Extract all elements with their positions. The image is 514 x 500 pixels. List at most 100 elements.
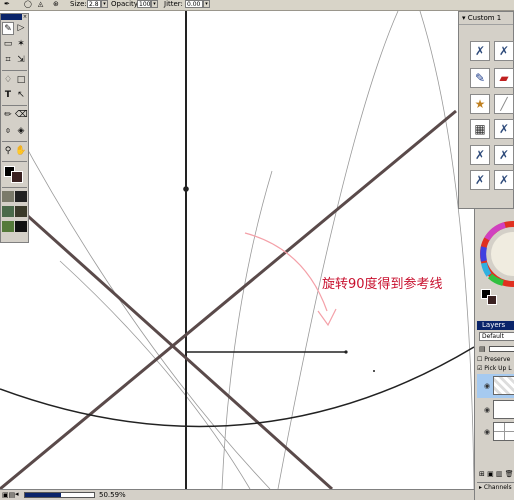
layer-options-icon[interactable]: ▤ <box>479 345 486 353</box>
toolbox-panel: × ✎ ▷ ▭ ✶ ⌗ ⇲ ♢ □ T ↖ ✏ ⌫ ⌽ ◈ ⚲ ✋ <box>0 13 29 243</box>
magic-wand-icon[interactable]: ✶ <box>15 38 27 51</box>
jitter-field[interactable]: 0.00 <box>185 0 203 8</box>
paint-bucket-icon[interactable]: ◈ <box>15 125 27 138</box>
custom-brush-panel: ▾ Custom 1 ✗ ✗ ✎ ▰ ★ ╱ ▦ ✗ ✗ ✗ ✗ ✗ <box>458 11 514 209</box>
collapse-arrow-icon[interactable]: ▾ <box>462 14 466 22</box>
brush-icon[interactable]: ✎ <box>2 22 14 35</box>
toolbox-divider <box>2 105 27 106</box>
toolbox-divider <box>2 187 27 188</box>
channels-label: Channels <box>483 484 512 491</box>
eraser-icon[interactable]: ⌫ <box>15 109 28 122</box>
view-mode-icon[interactable]: ▣▤ <box>2 491 15 499</box>
pencil-icon[interactable]: ✏ <box>2 109 14 122</box>
opacity-label: Opacity: <box>111 0 140 8</box>
shape-icon[interactable]: ◯ <box>24 0 32 9</box>
transform-icon[interactable]: ⇲ <box>15 54 27 67</box>
eye-icon[interactable]: ◉ <box>483 428 491 436</box>
drawing-canvas[interactable] <box>0 11 474 489</box>
toolbox-titlebar[interactable]: × <box>1 14 28 20</box>
custom-panel-header[interactable]: ▾ Custom 1 <box>459 12 513 25</box>
layer-thumbnail <box>493 422 514 441</box>
eye-icon[interactable]: ◉ <box>483 406 491 414</box>
diagonal-line-ascending <box>0 109 457 489</box>
dropper-shape-icon[interactable]: ◬ <box>38 0 43 9</box>
paper-swatch[interactable] <box>2 221 14 232</box>
rectangle-icon[interactable]: □ <box>15 74 27 87</box>
options-bar: ✒ ◯ ◬ ⊛ Size: 2.8 ▾ Opacity: 100 ▾ Jitte… <box>0 0 514 11</box>
paper-swatch[interactable] <box>2 191 14 202</box>
canvas-drawing <box>0 11 474 489</box>
channels-tab[interactable]: ▸ Channels <box>477 482 514 491</box>
spray-icon[interactable]: ⊛ <box>53 0 59 9</box>
close-icon[interactable]: × <box>22 14 28 20</box>
paper-swatch[interactable] <box>15 221 27 232</box>
paper-swatch[interactable] <box>2 206 14 217</box>
opacity-dropdown-icon[interactable]: ▾ <box>151 0 158 8</box>
eraser-preset-icon[interactable]: ▰ <box>494 68 514 88</box>
text-icon[interactable]: T <box>2 89 14 102</box>
color-wheel-panel <box>474 209 514 316</box>
subselect-icon[interactable]: ▷ <box>15 22 27 35</box>
opacity-field[interactable]: 100 <box>137 0 151 8</box>
toolbox-divider <box>2 141 27 142</box>
paper-swatch[interactable] <box>15 206 27 217</box>
marker-preset-icon[interactable]: ✎ <box>470 68 490 88</box>
marquee-icon[interactable]: ▭ <box>2 38 14 51</box>
background-color-swatch[interactable] <box>11 171 23 183</box>
rotation-annotation: 旋转90度得到参考线 <box>322 277 443 292</box>
brush-preset-icon[interactable]: ✗ <box>470 145 490 165</box>
pickup-checkbox[interactable]: ☑ Pick Up L <box>477 365 512 373</box>
brush-preset-icon[interactable]: ✗ <box>494 145 514 165</box>
blend-mode-select[interactable]: Default <box>479 332 514 341</box>
custom-panel-title: Custom 1 <box>467 14 502 22</box>
toolbox-divider <box>2 70 27 71</box>
guide-curve-upper <box>221 170 273 489</box>
pointer-icon[interactable]: ↖ <box>15 89 27 102</box>
sparkle-brush-icon[interactable]: ★ <box>470 94 490 114</box>
layer-thumbnail <box>493 376 514 395</box>
hand-icon[interactable]: ✋ <box>15 145 27 158</box>
zoom-slider-fill <box>25 493 61 497</box>
jitter-label: Jitter: <box>164 0 183 8</box>
zoom-value: 50.59% <box>99 491 126 499</box>
size-field[interactable]: 2.8 <box>87 0 101 8</box>
small-dot <box>373 370 375 372</box>
pickup-label: Pick Up L <box>484 365 512 372</box>
diagonal-line-descending <box>0 189 334 489</box>
layer-thumbnail <box>493 400 514 419</box>
new-layer-icon[interactable]: ⊞ ▣ ▥ 🗑 <box>479 470 514 478</box>
preserve-label: Preserve <box>484 356 511 363</box>
preserve-checkbox[interactable]: ☐ Preserve <box>477 356 510 364</box>
layers-tab[interactable]: Layers <box>477 321 514 330</box>
background-color-swatch[interactable] <box>487 295 497 305</box>
layer-opacity-slider[interactable] <box>489 346 514 352</box>
reference-dot <box>344 350 348 354</box>
brush-preset-icon[interactable]: ✗ <box>470 170 490 190</box>
large-arc <box>0 346 474 428</box>
guide-curve-left <box>11 120 271 489</box>
zoom-icon[interactable]: ⚲ <box>2 145 14 158</box>
axis-dot <box>183 186 189 192</box>
brush-preset-icon[interactable]: ✗ <box>470 41 490 61</box>
annotation-arrow-head <box>317 308 337 327</box>
stamp-preset-icon[interactable]: ▦ <box>470 119 490 139</box>
layers-panel: Layers Default ▤ ☐ Preserve ☑ Pick Up L … <box>474 316 514 500</box>
brush-preset-icon[interactable]: ✗ <box>494 170 514 190</box>
guide-curve-lower <box>59 260 251 489</box>
jitter-dropdown-icon[interactable]: ▾ <box>203 0 210 8</box>
toolbox-divider <box>2 161 27 162</box>
size-label: Size: <box>70 0 87 8</box>
brush-preset-icon[interactable]: ✗ <box>494 119 514 139</box>
size-dropdown-icon[interactable]: ▾ <box>101 0 108 8</box>
paper-swatch[interactable] <box>15 191 27 202</box>
zoom-slider[interactable] <box>24 492 95 498</box>
eye-icon[interactable]: ◉ <box>483 382 491 390</box>
pen-icon[interactable]: ♢ <box>2 74 14 87</box>
brush-tool-icon[interactable]: ✒ <box>4 0 10 9</box>
status-bar: ▣▤ ◂ 50.59% <box>0 489 474 500</box>
crop-icon[interactable]: ⌗ <box>2 54 14 67</box>
brush-preset-icon[interactable]: ✗ <box>494 41 514 61</box>
zoom-out-icon[interactable]: ◂ <box>15 490 19 498</box>
pencil-preset-icon[interactable]: ╱ <box>494 94 514 114</box>
eyedropper-icon[interactable]: ⌽ <box>2 125 14 138</box>
